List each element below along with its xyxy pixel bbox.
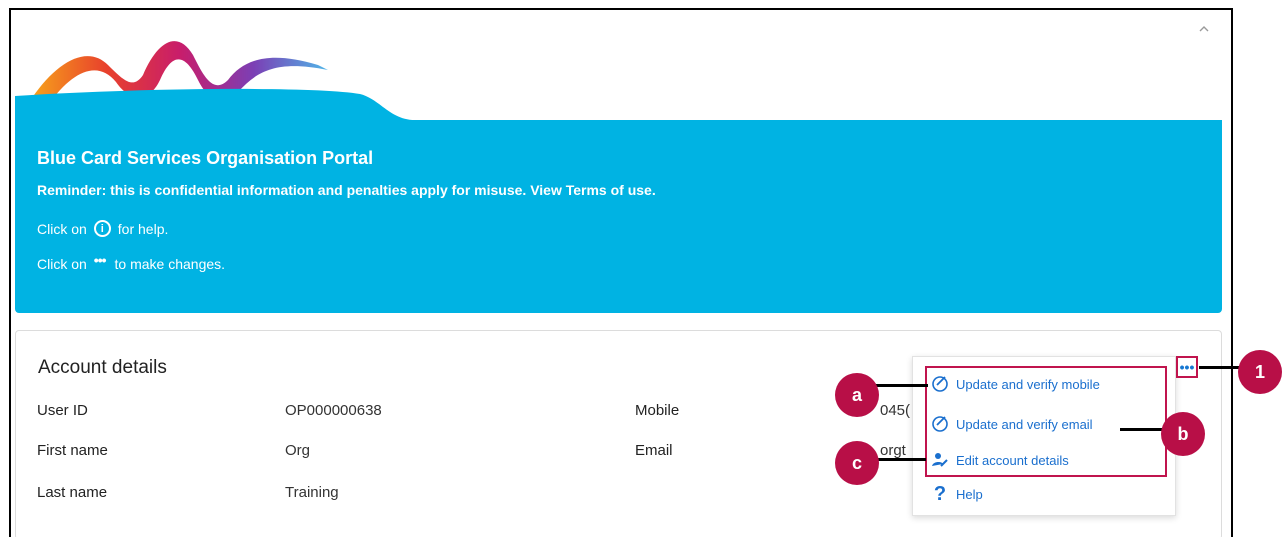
callout-a-connector: [876, 384, 928, 387]
check-circle-icon: [930, 414, 950, 434]
changes-instruction: Click on ••• to make changes.: [37, 252, 226, 272]
changes-prefix: Click on: [37, 256, 87, 272]
last-name-value: Training: [285, 484, 339, 501]
callout-1: 1: [1238, 350, 1282, 394]
callout-c: c: [835, 441, 879, 485]
user-id-value: OP000000638: [285, 402, 382, 419]
help-label: Help: [956, 486, 983, 502]
email-value: orgt: [880, 442, 906, 459]
update-email-label: Update and verify email: [956, 416, 1093, 432]
account-details-title: Account details: [38, 357, 167, 378]
menu-item-update-email[interactable]: Update and verify email: [930, 414, 1093, 434]
portal-title: Blue Card Services Organisation Portal: [37, 148, 374, 168]
changes-suffix: to make changes.: [114, 256, 226, 272]
confidentiality-reminder: Reminder: this is confidential informati…: [37, 182, 656, 198]
help-prefix: Click on: [37, 220, 87, 237]
person-edit-icon: [930, 450, 950, 470]
menu-item-update-mobile[interactable]: Update and verify mobile: [930, 374, 1100, 394]
edit-account-label: Edit account details: [956, 452, 1069, 468]
info-icon: i: [93, 220, 111, 237]
menu-item-help[interactable]: ? Help: [930, 482, 983, 505]
collapse-chevron-icon[interactable]: [1196, 22, 1212, 38]
email-label: Email: [635, 442, 673, 459]
portal-banner: Blue Card Services Organisation Portal R…: [15, 120, 1222, 313]
more-options-icon: •••: [93, 252, 107, 268]
user-id-label: User ID: [37, 402, 88, 419]
first-name-value: Org: [285, 442, 311, 459]
callout-1-connector: [1199, 366, 1239, 369]
first-name-label: First name: [37, 442, 108, 459]
callout-a: a: [835, 373, 879, 417]
last-name-label: Last name: [37, 484, 108, 501]
check-circle-icon: [930, 374, 950, 394]
callout-b: b: [1161, 412, 1205, 456]
menu-item-edit-account[interactable]: Edit account details: [930, 450, 1069, 470]
help-suffix: for help.: [117, 220, 169, 237]
help-instruction: Click on i for help.: [37, 220, 168, 237]
question-icon: ?: [933, 482, 947, 505]
more-options-button[interactable]: •••: [1176, 356, 1198, 378]
callout-c-connector: [876, 458, 926, 461]
mobile-value: 045(: [880, 402, 911, 419]
mobile-label: Mobile: [635, 402, 680, 419]
update-mobile-label: Update and verify mobile: [956, 376, 1100, 392]
